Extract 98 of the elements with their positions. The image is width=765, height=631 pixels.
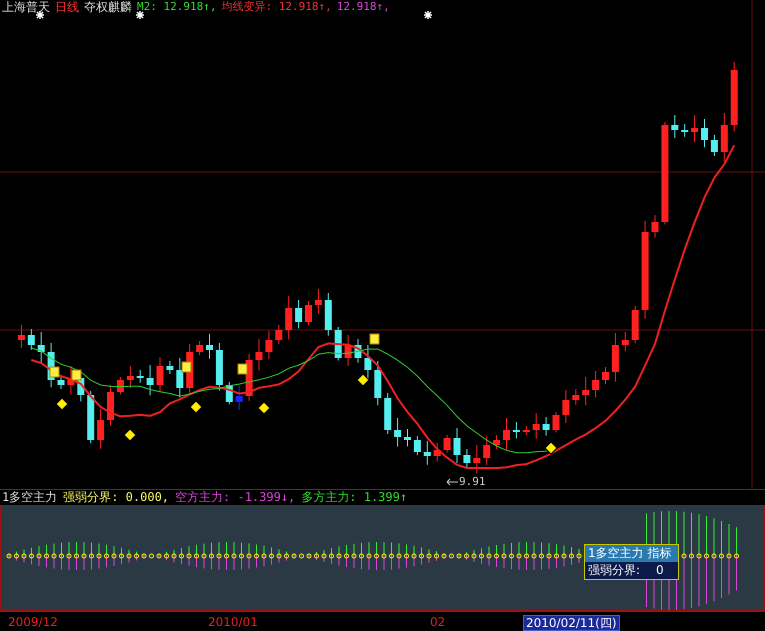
indicator-value: 强弱分界: 0.000, (63, 489, 170, 506)
candlestick (612, 332, 619, 382)
star-icon (423, 10, 433, 20)
candlestick (206, 334, 213, 360)
cursor-date: 2010/02/11(四) (523, 615, 620, 631)
candlestick (522, 426, 530, 436)
candlestick (542, 416, 550, 436)
candlestick (265, 330, 272, 360)
stock-name: 上海普天 (2, 0, 50, 14)
star-icon (135, 10, 145, 20)
candlestick (374, 360, 382, 406)
diamond-marker-icon (257, 401, 271, 415)
candlestick (136, 370, 144, 384)
flag-marker-icon (370, 334, 380, 344)
candlestick (562, 390, 570, 424)
candlestick (503, 418, 510, 450)
candlestick (324, 292, 332, 336)
tooltip-label: 强弱分界: (588, 562, 640, 579)
candlestick (483, 436, 490, 466)
candlestick (384, 392, 392, 434)
indicator-value: 均线变异: 12.918↑, (221, 0, 332, 14)
candlestick (720, 112, 728, 162)
candlestick (652, 214, 658, 238)
flag-marker-icon (50, 366, 60, 378)
candlestick (710, 134, 718, 156)
candlestick (364, 344, 372, 381)
candlestick (38, 332, 45, 363)
candlestick (275, 324, 282, 344)
indicator-value: 多方主力: 1.399↑ (301, 489, 408, 506)
candlestick (394, 418, 402, 448)
candlestick (236, 386, 243, 410)
candlestick (285, 296, 292, 340)
candlestick (552, 412, 560, 433)
candlestick (701, 118, 708, 148)
candlestick (572, 388, 580, 406)
candlestick (424, 440, 431, 466)
diamond-marker-icon (55, 397, 69, 411)
candlestick (691, 114, 698, 143)
candlestick (681, 124, 688, 138)
candlestick (414, 436, 421, 456)
formula-name: 夺权麒麟 (84, 0, 132, 14)
candlestick (18, 324, 25, 348)
candlestick (226, 382, 233, 405)
tooltip-title: 1多空主力 指标 (585, 545, 678, 562)
candlestick (126, 366, 134, 388)
candlestick (314, 288, 322, 314)
flag-marker-icon (182, 362, 192, 372)
candlestick (344, 334, 352, 366)
candlestick (107, 384, 114, 426)
candlestick (463, 448, 470, 468)
date-label: 02 (430, 615, 446, 629)
candlestick (532, 412, 540, 440)
candlestick (444, 434, 451, 453)
flag-marker-icon (238, 364, 248, 374)
period-label: 日线 (55, 0, 79, 14)
candlestick (493, 434, 500, 450)
candlestick (166, 360, 174, 374)
diamond-marker-icon (356, 373, 370, 387)
candlestick (246, 354, 253, 402)
candlestick (512, 422, 520, 439)
candlestick (116, 376, 124, 395)
candlestick (97, 408, 104, 450)
diamond-marker-icon (544, 441, 558, 455)
candlestick (582, 376, 590, 406)
candlestick (58, 374, 64, 390)
candlestick (295, 300, 302, 329)
flag-marker-icon (72, 370, 82, 380)
candlestick (602, 366, 609, 384)
diamond-marker-icon (189, 400, 203, 414)
candlestick (28, 328, 35, 350)
candlestick (256, 338, 262, 371)
indicator-value: 12.918↑, (336, 0, 390, 14)
date-label: 2010/01 (208, 615, 258, 629)
candlestick (592, 370, 600, 398)
candlestick (156, 356, 164, 393)
candlestick (473, 444, 480, 474)
candlestick (434, 442, 441, 462)
indicator-value: M2: 12.918↑, (137, 0, 216, 14)
candlestick (305, 300, 312, 326)
candlestick (404, 428, 411, 447)
candlestick (454, 428, 460, 464)
candlestick (216, 342, 223, 392)
diamond-marker-icon (123, 428, 137, 442)
candlestick (730, 62, 738, 132)
date-label: 2009/12 (8, 615, 58, 629)
arrow-icon (446, 478, 458, 486)
candlestick (176, 358, 184, 398)
candlestick (632, 306, 639, 344)
candlestick (354, 338, 362, 364)
candlestick (146, 364, 154, 396)
candlestick (196, 340, 204, 356)
tooltip-value: 0 (656, 562, 664, 579)
low-price-label: 9.91 (459, 476, 486, 488)
candlestick (622, 332, 629, 352)
indicator-value: 空方主力: -1.399↓, (175, 489, 296, 506)
candlestick (87, 390, 94, 444)
candlestick (671, 114, 678, 138)
indicator-name: 1多空主力 (2, 489, 58, 506)
